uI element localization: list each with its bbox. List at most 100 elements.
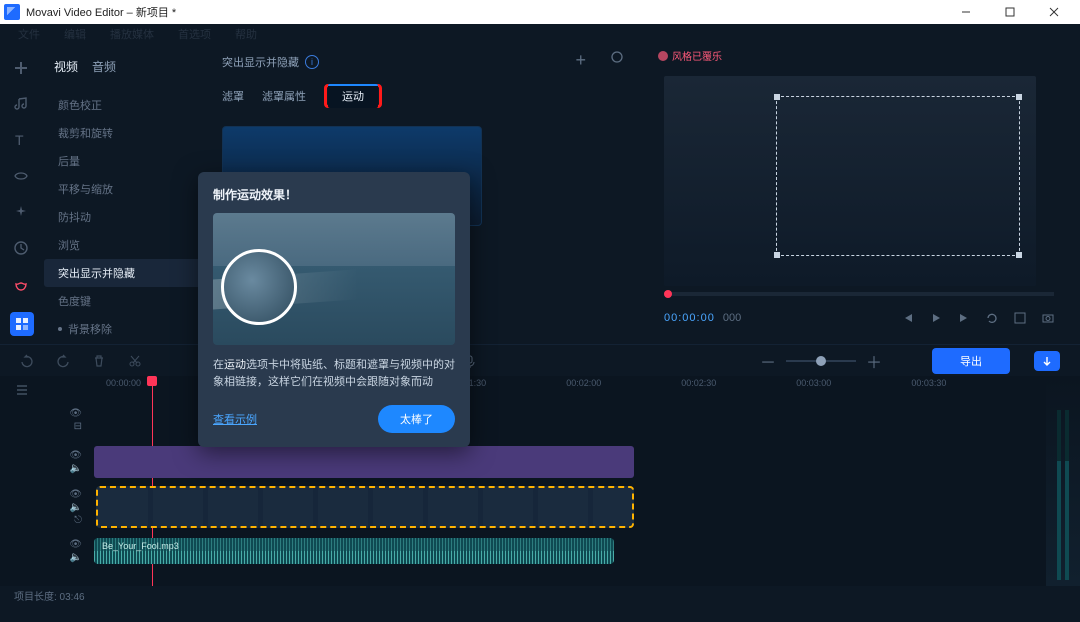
content-heading: 突出显示并隐藏 i xyxy=(222,54,632,70)
track-settings-icon[interactable] xyxy=(15,382,29,396)
tab-mask[interactable]: 滤罩 xyxy=(222,88,244,104)
menu-item[interactable]: 编辑 xyxy=(64,26,86,42)
timeline-body[interactable]: 00:00:00 00:00:30 00:01:00 00:01:30 00:0… xyxy=(44,376,1046,586)
project-duration: 项目长度: 03:46 xyxy=(14,592,85,603)
menu-item[interactable]: 首选项 xyxy=(178,26,211,42)
panel-tab-audio[interactable]: 音频 xyxy=(92,58,116,75)
window-title: Movavi Video Editor – 新项目 * xyxy=(26,4,176,20)
mute-icon[interactable]: 🔈 xyxy=(70,552,82,563)
category-item[interactable]: 裁剪和旋转 xyxy=(44,119,204,147)
mute-icon[interactable]: 🔈 xyxy=(70,463,82,474)
eye-icon[interactable]: 👁 xyxy=(69,450,82,461)
total-time: 000 xyxy=(723,312,741,324)
lock-icon[interactable]: ⊟ xyxy=(74,421,82,432)
overlay-clip[interactable] xyxy=(94,446,634,478)
tab-motion-highlighted[interactable]: 运动 xyxy=(324,84,382,108)
music-icon[interactable] xyxy=(13,96,31,114)
time-ruler[interactable]: 00:00:00 00:00:30 00:01:00 00:01:30 00:0… xyxy=(44,378,1046,396)
playhead-handle-icon[interactable] xyxy=(147,376,157,386)
ai-tools-icon[interactable] xyxy=(10,312,34,336)
menu-item[interactable]: 文件 xyxy=(18,26,40,42)
zoom-out-icon[interactable]: － xyxy=(760,349,776,373)
delete-icon[interactable] xyxy=(92,354,106,368)
left-rail: T xyxy=(0,44,44,344)
effects-icon[interactable] xyxy=(13,204,31,222)
category-item[interactable]: 颜色校正 xyxy=(44,91,204,119)
category-item[interactable]: 浏览 xyxy=(44,231,204,259)
export-button[interactable]: 导出 xyxy=(932,348,1010,374)
category-list: 颜色校正 裁剪和旋转 后量 平移与缩放 防抖动 浏览 突出显示并隐藏 色度键 背… xyxy=(44,91,204,343)
handle-icon[interactable] xyxy=(1016,94,1022,100)
content-top-icons: + xyxy=(575,50,624,71)
svg-text:T: T xyxy=(15,132,24,148)
window-maximize-button[interactable] xyxy=(988,0,1032,24)
track-overlay: 👁⊟ xyxy=(44,402,1046,438)
redo-icon[interactable] xyxy=(56,354,70,368)
ruler-mark: 00:02:30 xyxy=(681,378,716,396)
popover-image xyxy=(213,213,455,345)
video-player[interactable] xyxy=(664,76,1036,286)
handle-icon[interactable] xyxy=(1016,252,1022,258)
undo-icon[interactable] xyxy=(20,354,34,368)
panel-tab-video[interactable]: 视频 xyxy=(54,58,78,75)
eye-icon[interactable]: 👁 xyxy=(69,489,82,500)
export-dropdown-button[interactable] xyxy=(1034,351,1060,371)
category-item[interactable]: 色度键 xyxy=(44,287,204,315)
track-title-overlay: 👁🔈 xyxy=(44,444,1046,480)
eye-icon[interactable]: 👁 xyxy=(69,408,82,419)
zoom-slider[interactable] xyxy=(786,360,856,362)
track-audio: 👁 🔈 Be_Your_Fool.mp3 xyxy=(44,534,1046,568)
handle-icon[interactable] xyxy=(774,94,780,100)
window-close-button[interactable] xyxy=(1032,0,1076,24)
category-item-active[interactable]: 突出显示并隐藏 xyxy=(44,259,204,287)
player-scrub-head[interactable] xyxy=(664,290,672,298)
menu-item[interactable]: 帮助 xyxy=(235,26,257,42)
category-item[interactable]: 背景移除 xyxy=(44,315,204,343)
app-logo-icon xyxy=(4,4,20,20)
mute-icon[interactable]: 🔈 xyxy=(70,502,82,513)
ruler-mark: 00:03:30 xyxy=(911,378,946,396)
eye-icon[interactable]: 👁 xyxy=(69,539,82,550)
info-icon[interactable]: i xyxy=(305,55,319,69)
link-icon[interactable]: ⎋ xyxy=(74,515,82,526)
popover-text: 在运动选项卡中将贴纸、标题和遮罩与视频中的对象相链接，这样它们在视频中会跟随对象… xyxy=(213,357,455,391)
selection-frame[interactable] xyxy=(776,96,1020,256)
popover-ok-button[interactable]: 太棒了 xyxy=(378,405,455,433)
menu-item[interactable]: 播放媒体 xyxy=(110,26,154,42)
video-clip[interactable] xyxy=(96,486,634,528)
handle-icon[interactable] xyxy=(774,252,780,258)
player-controls: 00:00:00 000 xyxy=(664,312,1054,324)
text-icon[interactable]: T xyxy=(13,132,31,150)
zoom-in-icon[interactable]: ＋ xyxy=(866,349,882,373)
cut-icon[interactable] xyxy=(128,354,142,368)
more-tools-icon[interactable] xyxy=(13,276,31,294)
transitions-icon[interactable] xyxy=(13,240,31,258)
dot-icon xyxy=(58,327,62,331)
content-tabs: 滤罩 滤罩属性 运动 xyxy=(222,84,632,108)
prev-frame-icon[interactable] xyxy=(902,312,914,324)
next-frame-icon[interactable] xyxy=(958,312,970,324)
track-video: 👁 🔈 ⎋ xyxy=(44,486,1046,528)
tab-motion-label: 运动 xyxy=(328,84,378,108)
main-area: T 视频 音频 颜色校正 裁剪和旋转 后量 平移与缩放 防抖动 浏览 突出显示并… xyxy=(0,44,1080,344)
title-bar: Movavi Video Editor – 新项目 * xyxy=(0,0,1080,24)
add-icon[interactable] xyxy=(13,60,31,78)
tab-slideshow[interactable]: 滤罩属性 xyxy=(262,88,306,104)
popover-title: 制作运动效果！ xyxy=(213,186,455,203)
stickers-icon[interactable] xyxy=(13,168,31,186)
timeline-left-controls xyxy=(0,376,44,586)
add-media-icon[interactable]: + xyxy=(575,50,586,71)
audio-meters xyxy=(1046,376,1080,586)
popover-example-link[interactable]: 查看示例 xyxy=(213,411,257,427)
play-icon[interactable] xyxy=(930,312,942,324)
category-item[interactable]: 平移与缩放 xyxy=(44,175,204,203)
window-minimize-button[interactable] xyxy=(944,0,988,24)
settings-small-icon[interactable] xyxy=(610,50,624,71)
meter-bar xyxy=(1065,410,1069,580)
audio-clip[interactable]: Be_Your_Fool.mp3 xyxy=(94,538,614,564)
loop-icon[interactable] xyxy=(986,312,998,324)
category-item[interactable]: 防抖动 xyxy=(44,203,204,231)
category-item[interactable]: 后量 xyxy=(44,147,204,175)
snapshot-icon[interactable] xyxy=(1042,312,1054,324)
fullscreen-icon[interactable] xyxy=(1014,312,1026,324)
